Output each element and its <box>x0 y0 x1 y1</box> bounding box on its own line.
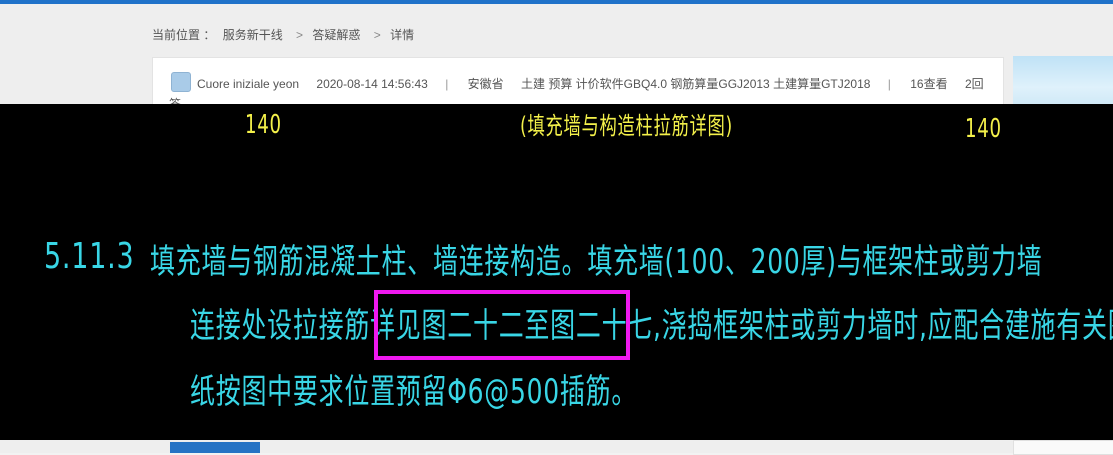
divider: | <box>887 77 891 91</box>
detail-title: (填充墙与构造柱拉筋详图) <box>520 112 733 140</box>
avatar[interactable] <box>171 72 191 92</box>
author-name[interactable]: Cuore iniziale yeon <box>197 77 299 91</box>
breadcrumb-prefix: 当前位置 ： <box>152 28 216 42</box>
view-count: 16查看 <box>910 77 948 91</box>
breadcrumb-item-qa[interactable]: 答疑解惑 <box>312 28 360 42</box>
breadcrumb-separator: > <box>373 28 381 42</box>
answer-count: 2回 <box>964 77 984 91</box>
breadcrumb-item-detail: 详情 <box>390 28 415 42</box>
post-datetime: 2020-08-14 14:56:43 <box>316 77 428 91</box>
dimension-label-right: 140 <box>965 114 1002 144</box>
breadcrumb: 当前位置 ： 服务新干线 > 答疑解惑 > 详情 <box>152 26 418 43</box>
sidebar-banner-image[interactable] <box>1013 56 1113 108</box>
spec-text-line-1: 填充墙与钢筋混凝土柱、墙连接构造。填充墙(100、200厚)与框架柱或剪力墙 <box>150 242 1043 282</box>
cad-drawing-image: 140 (填充墙与构造柱拉筋详图) 140 5.11.3 填充墙与钢筋混凝土柱、… <box>0 104 1113 440</box>
action-button[interactable] <box>170 442 260 453</box>
spec-text-line-3: 纸按图中要求位置预留Φ6@500插筋。 <box>190 372 638 412</box>
breadcrumb-separator: > <box>296 28 304 42</box>
section-number: 5.11.3 <box>44 236 135 277</box>
breadcrumb-item-service[interactable]: 服务新干线 <box>223 28 283 42</box>
highlight-box <box>374 290 630 360</box>
spec-text-line-2: 连接处设拉接筋详见图二十二至图二十七,浇捣框架柱或剪力墙时,应配合建施有关图 <box>190 306 1113 346</box>
post-region: 安徽省 <box>467 77 504 91</box>
post-meta: Cuore iniziale yeon 2020-08-14 14:56:43 … <box>197 75 998 92</box>
post-tags: 土建 预算 计价软件GBQ4.0 钢筋算量GGJ2013 土建算量GTJ2018 <box>521 77 871 91</box>
divider: | <box>445 77 449 91</box>
dimension-label-left: 140 <box>245 110 282 140</box>
